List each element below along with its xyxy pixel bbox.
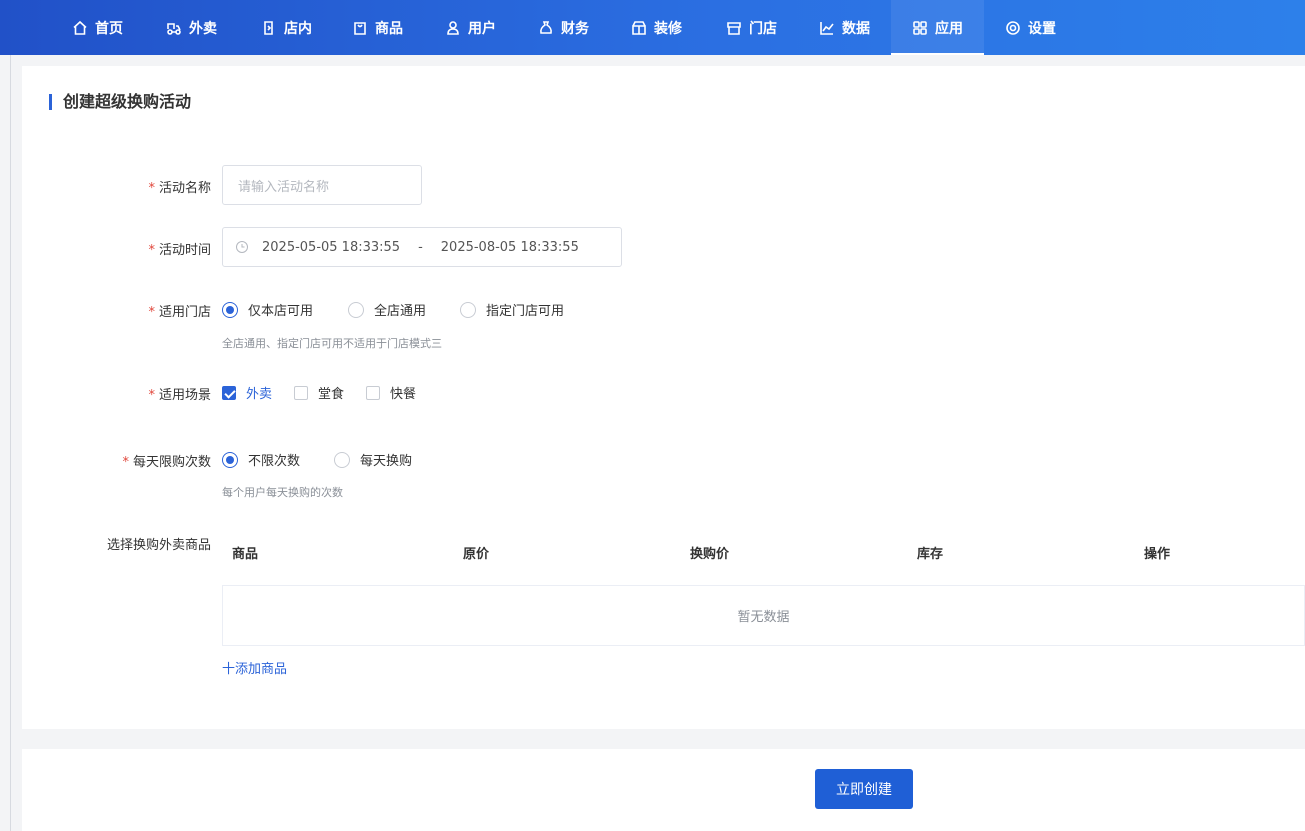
bag-icon xyxy=(354,21,366,35)
goods-table: 商品 原价 换购价 库存 操作 暂无数据 xyxy=(222,534,1305,646)
nav-label: 财务 xyxy=(561,20,589,37)
radio-label: 仅本店可用 xyxy=(248,304,314,319)
select-goods-label: 选择换购外卖商品 xyxy=(22,534,211,553)
nav-label: 设置 xyxy=(1028,20,1056,37)
nav-item-delivery[interactable]: 外卖 xyxy=(164,0,219,55)
required-mark: * xyxy=(148,243,155,258)
top-navigation: 首页 外卖 店内 商品 用户 财务 装修 门店 数据 应用 设置 xyxy=(0,0,1305,55)
activity-time-range-picker[interactable]: 2025-05-05 18:33:55 - 2025-08-05 18:33:5… xyxy=(222,227,622,267)
form-card: 创建超级换购活动 * 活动名称 请输入活动名称 * 活动时间 2025-05-05 … xyxy=(22,66,1305,729)
column-header-exchange-price: 换购价 xyxy=(690,547,730,562)
nav-label: 应用 xyxy=(935,20,963,37)
label-text: 适用场景 xyxy=(158,388,211,403)
add-goods-link[interactable]: 十添加商品 xyxy=(222,658,287,677)
checkbox-box xyxy=(294,385,308,400)
scene-checkbox-dine-in[interactable]: 堂食 xyxy=(294,383,344,402)
label-text: 每天限购次数 xyxy=(132,455,211,470)
nav-item-finance[interactable]: 财务 xyxy=(536,0,591,55)
nav-item-apps[interactable]: 应用 xyxy=(891,0,984,55)
limit-radio-unlimited[interactable]: 不限次数 xyxy=(222,450,300,469)
daily-limit-label: * 每天限购次数 xyxy=(22,451,211,470)
label-text: 适用门店 xyxy=(158,305,211,320)
store-icon xyxy=(727,21,741,35)
store-radio-this-store[interactable]: 仅本店可用 xyxy=(222,300,313,319)
clock-icon xyxy=(236,241,248,253)
required-mark: * xyxy=(148,388,155,403)
label-text: 活动名称 xyxy=(158,181,211,196)
radio-label: 不限次数 xyxy=(248,454,301,469)
limit-radio-daily[interactable]: 每天换购 xyxy=(334,450,412,469)
checkbox-label: 外卖 xyxy=(246,387,273,402)
radio-dot xyxy=(222,451,238,468)
radio-label: 指定门店可用 xyxy=(486,304,565,319)
activity-name-placeholder: 请输入活动名称 xyxy=(238,179,330,195)
nav-item-users[interactable]: 用户 xyxy=(443,0,498,55)
store-radio-specified-stores[interactable]: 指定门店可用 xyxy=(460,300,564,319)
checkbox-box xyxy=(222,385,236,400)
delivery-icon xyxy=(167,22,181,35)
nav-label: 首页 xyxy=(95,20,123,37)
label-text: 活动时间 xyxy=(158,243,211,258)
end-date: 2025-08-05 18:33:55 xyxy=(440,239,579,255)
activity-name-input[interactable]: 请输入活动名称 xyxy=(222,165,422,205)
nav-label: 店内 xyxy=(284,20,312,37)
checkbox-label: 快餐 xyxy=(390,387,417,402)
start-date: 2025-05-05 18:33:55 xyxy=(262,239,401,255)
nav-label: 商品 xyxy=(375,20,403,37)
dine-in-icon xyxy=(264,20,273,35)
column-header-actions: 操作 xyxy=(1144,547,1171,562)
nav-item-data[interactable]: 数据 xyxy=(817,0,872,55)
money-bag-icon xyxy=(540,20,552,34)
applicable-scene-label: * 适用场景 xyxy=(22,384,211,403)
required-mark: * xyxy=(148,181,155,196)
nav-label: 装修 xyxy=(654,20,682,37)
checkbox-label: 堂食 xyxy=(318,387,345,402)
required-mark: * xyxy=(148,305,155,320)
decorate-icon xyxy=(632,20,646,35)
radio-dot xyxy=(222,301,238,318)
applicable-store-label: * 适用门店 xyxy=(22,301,211,320)
required-mark: * xyxy=(122,455,129,470)
table-empty-state: 暂无数据 xyxy=(222,586,1305,646)
limit-hint: 每个用户每天换购的次数 xyxy=(222,486,343,499)
create-now-button[interactable]: 立即创建 xyxy=(815,769,913,809)
radio-label: 全店通用 xyxy=(374,304,427,319)
home-icon xyxy=(73,20,87,35)
checkbox-box xyxy=(366,385,380,400)
column-header-original-price: 原价 xyxy=(463,547,490,562)
user-icon xyxy=(447,20,459,35)
nav-item-dine-in[interactable]: 店内 xyxy=(259,0,314,55)
nav-label: 用户 xyxy=(468,20,496,37)
radio-dot xyxy=(348,301,364,318)
column-header-stock: 库存 xyxy=(917,547,944,562)
nav-item-decorate[interactable]: 装修 xyxy=(629,0,684,55)
range-separator: - xyxy=(418,239,423,255)
apps-icon xyxy=(913,20,927,35)
bottom-action-bar: 立即创建 xyxy=(22,749,1305,831)
radio-dot xyxy=(460,301,476,318)
radio-label: 每天换购 xyxy=(360,454,413,469)
gear-icon xyxy=(1006,20,1020,35)
nav-label: 外卖 xyxy=(189,20,217,37)
nav-item-store[interactable]: 门店 xyxy=(724,0,779,55)
table-header: 商品 原价 换购价 库存 操作 xyxy=(222,534,1305,586)
label-text: 选择换购外卖商品 xyxy=(106,538,211,553)
page-title: 创建超级换购活动 xyxy=(49,94,191,110)
column-header-goods: 商品 xyxy=(232,547,259,562)
nav-item-home[interactable]: 首页 xyxy=(70,0,125,55)
nav-item-goods[interactable]: 商品 xyxy=(350,0,405,55)
store-radio-all-stores[interactable]: 全店通用 xyxy=(348,300,426,319)
radio-dot xyxy=(334,451,350,468)
activity-time-label: * 活动时间 xyxy=(22,239,211,258)
scene-checkbox-fast-food[interactable]: 快餐 xyxy=(366,383,416,402)
nav-label: 数据 xyxy=(842,20,870,37)
nav-item-settings[interactable]: 设置 xyxy=(1003,0,1058,55)
store-hint: 全店通用、指定门店可用不适用于门店模式三 xyxy=(222,337,442,350)
activity-name-label: * 活动名称 xyxy=(22,177,211,196)
left-sidebar-edge xyxy=(10,55,11,831)
scene-checkbox-delivery[interactable]: 外卖 xyxy=(222,383,272,402)
chart-icon xyxy=(820,21,834,35)
nav-label: 门店 xyxy=(749,20,777,37)
